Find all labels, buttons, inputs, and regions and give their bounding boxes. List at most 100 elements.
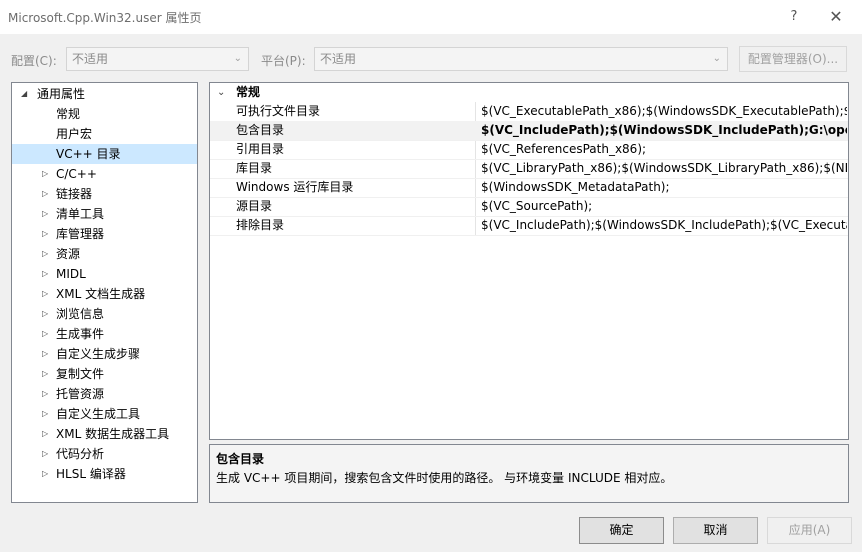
tree-item-label: 自定义生成工具 [56, 407, 141, 421]
expand-triangle-icon: ▷ [42, 369, 49, 378]
property-tree[interactable]: ◢ 通用属性 常规 用户宏 VC++ 目录 ▷ C/C++ ▷ 链接器 ▷ 清单… [11, 82, 198, 503]
tree-group-xml-data-generator-tool[interactable]: ▷ XML 数据生成器工具 [12, 424, 197, 444]
property-value[interactable]: $(VC_SourcePath); [481, 197, 847, 216]
property-value[interactable]: $(VC_IncludePath);$(WindowsSDK_IncludePa… [481, 121, 847, 140]
tree-item-label: 托管资源 [56, 387, 105, 401]
tree-group-xml-doc-generator[interactable]: ▷ XML 文档生成器 [12, 284, 197, 304]
property-row-include-dirs[interactable]: 包含目录 $(VC_IncludePath);$(WindowsSDK_Incl… [210, 121, 848, 141]
tree-group-build-events[interactable]: ▷ 生成事件 [12, 324, 197, 344]
tree-group-linker[interactable]: ▷ 链接器 [12, 184, 197, 204]
tree-item-vc-directories[interactable]: VC++ 目录 [12, 144, 197, 164]
expand-triangle-icon: ▷ [42, 269, 49, 278]
tree-group-managed-resources[interactable]: ▷ 托管资源 [12, 384, 197, 404]
property-name: 源目录 [236, 199, 273, 213]
category-label: 常规 [236, 85, 261, 99]
config-select[interactable]: 不适用 ⌄ [66, 47, 249, 71]
expand-triangle-icon: ▷ [42, 329, 49, 338]
property-name: 包含目录 [236, 123, 285, 137]
property-name: 排除目录 [236, 218, 285, 232]
collapse-triangle-icon: ◢ [21, 89, 28, 98]
expand-triangle-icon: ▷ [42, 389, 49, 398]
tree-item-label: XML 数据生成器工具 [56, 427, 170, 441]
chevron-down-icon: ⌄ [712, 53, 721, 64]
tree-group-hlsl-compiler[interactable]: ▷ HLSL 编译器 [12, 464, 197, 484]
property-value[interactable]: $(VC_ReferencesPath_x86); [481, 140, 847, 159]
platform-select[interactable]: 不适用 ⌄ [314, 47, 728, 71]
apply-button[interactable]: 应用(A) [767, 517, 852, 544]
tree-group-copy-file[interactable]: ▷ 复制文件 [12, 364, 197, 384]
tree-item-label: 复制文件 [56, 367, 105, 381]
help-button[interactable]: ? [786, 7, 802, 27]
expand-triangle-icon: ▷ [42, 169, 49, 178]
expand-triangle-icon: ▷ [42, 289, 49, 298]
tree-group-midl[interactable]: ▷ MIDL [12, 264, 197, 284]
expand-triangle-icon: ▷ [42, 449, 49, 458]
tree-item-label: 通用属性 [37, 87, 86, 101]
expand-triangle-icon: ▷ [42, 309, 49, 318]
platform-select-value: 不适用 [320, 52, 357, 66]
tree-group-manifest-tool[interactable]: ▷ 清单工具 [12, 204, 197, 224]
tree-item-label: 自定义生成步骤 [56, 347, 141, 361]
tree-group-custom-build-step[interactable]: ▷ 自定义生成步骤 [12, 344, 197, 364]
property-name: 库目录 [236, 161, 273, 175]
tree-item-label: 用户宏 [56, 127, 93, 141]
property-name: Windows 运行库目录 [236, 180, 354, 194]
tree-group-code-analysis[interactable]: ▷ 代码分析 [12, 444, 197, 464]
config-label: 配置(C): [11, 54, 57, 68]
tree-group-browse-info[interactable]: ▷ 浏览信息 [12, 304, 197, 324]
expand-triangle-icon: ▷ [42, 409, 49, 418]
property-name: 可执行文件目录 [236, 104, 321, 118]
tree-group-custom-build-tool[interactable]: ▷ 自定义生成工具 [12, 404, 197, 424]
property-value[interactable]: $(VC_LibraryPath_x86);$(WindowsSDK_Libra… [481, 159, 847, 178]
description-panel: 包含目录 生成 VC++ 项目期间，搜索包含文件时使用的路径。 与环境变量 IN… [209, 444, 849, 503]
tree-group-librarian[interactable]: ▷ 库管理器 [12, 224, 197, 244]
property-row-exclude-dirs[interactable]: 排除目录 $(VC_IncludePath);$(WindowsSDK_Incl… [210, 216, 848, 236]
tree-group-cpp[interactable]: ▷ C/C++ [12, 164, 197, 184]
cancel-button[interactable]: 取消 [673, 517, 758, 544]
config-manager-button[interactable]: 配置管理器(O)... [739, 46, 847, 72]
property-row-library-dirs[interactable]: 库目录 $(VC_LibraryPath_x86);$(WindowsSDK_L… [210, 159, 848, 179]
window-title: Microsoft.Cpp.Win32.user 属性页 [8, 11, 202, 25]
tree-item-label: 代码分析 [56, 447, 105, 461]
tree-item-label: 常规 [56, 107, 81, 121]
tree-item-label: C/C++ [56, 167, 97, 181]
tree-item-label: XML 文档生成器 [56, 287, 146, 301]
tree-group-resources[interactable]: ▷ 资源 [12, 244, 197, 264]
expand-triangle-icon: ▷ [42, 229, 49, 238]
tree-item-general[interactable]: 常规 [12, 104, 197, 124]
expand-triangle-icon: ▷ [42, 249, 49, 258]
property-row-reference-dirs[interactable]: 引用目录 $(VC_ReferencesPath_x86); [210, 140, 848, 160]
tree-root-common-properties[interactable]: ◢ 通用属性 [12, 84, 197, 104]
tree-item-label: VC++ 目录 [56, 147, 121, 161]
chevron-down-icon: ⌄ [233, 53, 242, 64]
property-value[interactable]: $(VC_IncludePath);$(WindowsSDK_IncludePa… [481, 216, 847, 235]
property-value[interactable]: $(WindowsSDK_MetadataPath); [481, 178, 847, 197]
chevron-down-icon: ⌄ [217, 87, 226, 98]
tree-item-user-macros[interactable]: 用户宏 [12, 124, 197, 144]
tree-item-label: HLSL 编译器 [56, 467, 126, 481]
tree-item-label: 浏览信息 [56, 307, 105, 321]
tree-item-label: 生成事件 [56, 327, 105, 341]
expand-triangle-icon: ▷ [42, 349, 49, 358]
platform-label: 平台(P): [261, 54, 306, 68]
expand-triangle-icon: ▷ [42, 189, 49, 198]
tree-item-label: 库管理器 [56, 227, 105, 241]
close-button[interactable]: ✕ [826, 7, 846, 27]
property-row-source-dirs[interactable]: 源目录 $(VC_SourcePath); [210, 197, 848, 217]
description-title: 包含目录 [216, 452, 265, 466]
property-value[interactable]: $(VC_ExecutablePath_x86);$(WindowsSDK_Ex… [481, 102, 847, 121]
ok-button[interactable]: 确定 [579, 517, 664, 544]
tree-item-label: 链接器 [56, 187, 93, 201]
category-row-general[interactable]: ⌄ 常规 [210, 83, 848, 102]
expand-triangle-icon: ▷ [42, 469, 49, 478]
property-grid: ⌄ 常规 可执行文件目录 $(VC_ExecutablePath_x86);$(… [209, 82, 849, 440]
expand-triangle-icon: ▷ [42, 429, 49, 438]
tree-item-label: MIDL [56, 267, 86, 281]
expand-triangle-icon: ▷ [42, 209, 49, 218]
tree-item-label: 清单工具 [56, 207, 105, 221]
description-text: 生成 VC++ 项目期间，搜索包含文件时使用的路径。 与环境变量 INCLUDE… [216, 471, 673, 485]
tree-item-label: 资源 [56, 247, 81, 261]
property-row-executable-dirs[interactable]: 可执行文件目录 $(VC_ExecutablePath_x86);$(Windo… [210, 102, 848, 122]
config-select-value: 不适用 [72, 52, 109, 66]
property-row-winrt-dirs[interactable]: Windows 运行库目录 $(WindowsSDK_MetadataPath)… [210, 178, 848, 198]
